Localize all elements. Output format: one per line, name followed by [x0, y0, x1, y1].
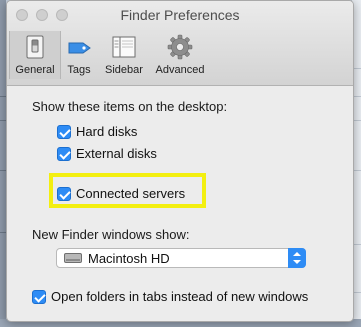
tab-tags-label: Tags [67, 64, 91, 76]
hard-disks-checkbox[interactable] [57, 125, 71, 139]
highlight-box [49, 173, 206, 208]
external-disks-label: External disks [76, 146, 157, 161]
tab-tags[interactable]: Tags [59, 31, 99, 79]
new-window-heading: New Finder windows show: [32, 227, 190, 242]
external-disks-checkbox[interactable] [57, 147, 71, 161]
chevron-updown-icon [288, 248, 306, 268]
titlebar: Finder Preferences General Tags Sidebar … [7, 1, 353, 86]
tab-sidebar[interactable]: Sidebar [99, 31, 149, 79]
new-window-popup[interactable]: Macintosh HD [56, 248, 306, 268]
tag-icon [68, 42, 91, 54]
general-switch-icon [26, 35, 44, 59]
open-in-tabs-label: Open folders in tabs instead of new wind… [51, 289, 309, 304]
tab-general-label: General [15, 64, 55, 76]
finder-preferences-window: Finder Preferences General Tags Sidebar … [6, 0, 354, 322]
desktop-items-heading: Show these items on the desktop: [32, 99, 228, 114]
new-window-popup-value: Macintosh HD [88, 251, 170, 266]
open-in-tabs-checkbox[interactable] [32, 290, 46, 304]
gear-icon [167, 34, 193, 60]
tab-advanced[interactable]: Advanced [149, 31, 211, 79]
sidebar-icon [112, 36, 136, 58]
tab-advanced-label: Advanced [155, 64, 205, 76]
tab-general[interactable]: General [9, 31, 61, 79]
window-title: Finder Preferences [120, 7, 240, 23]
tab-sidebar-label: Sidebar [105, 64, 143, 76]
hard-drive-icon [64, 253, 82, 263]
hard-disks-label: Hard disks [76, 124, 138, 139]
